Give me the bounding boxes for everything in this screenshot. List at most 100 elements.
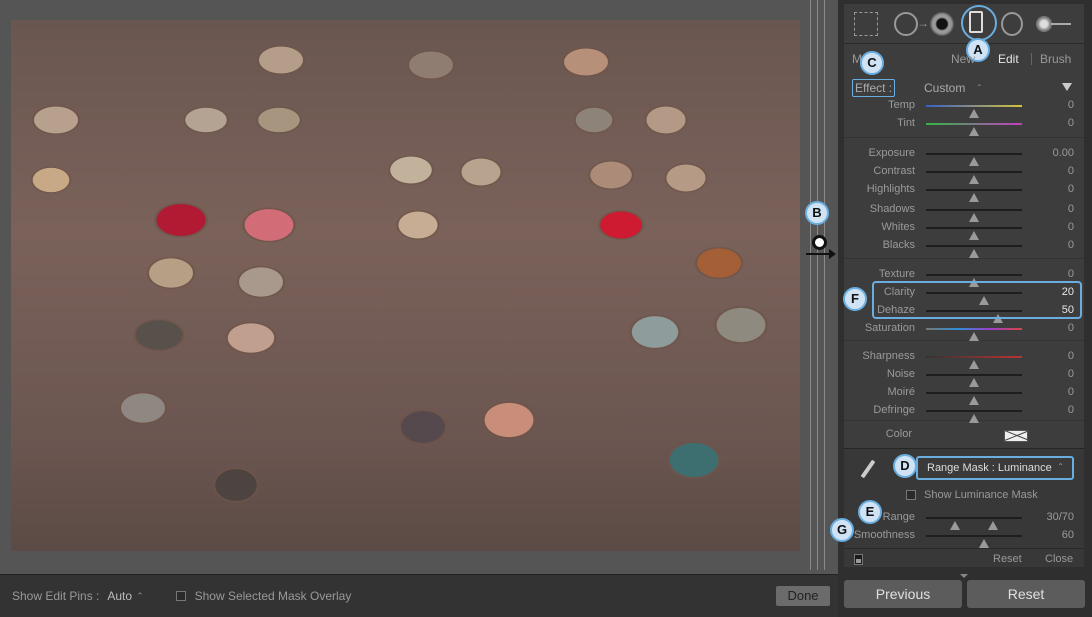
chevron-updown-icon[interactable]: ⌃	[136, 591, 144, 602]
show-mask-overlay-label: Show Selected Mask Overlay	[194, 589, 352, 603]
tint-slider-row: Tint 0	[844, 115, 1084, 136]
local-adjustments-panel: A M New Edit Brush C Effect : Custom ⌃ T…	[843, 4, 1084, 568]
smoothness-slider-row: Smoothness 60	[844, 527, 1084, 548]
edit-pin[interactable]	[812, 235, 827, 250]
shadows-track[interactable]	[926, 209, 1022, 222]
crop-tool-icon[interactable]	[854, 12, 878, 36]
reset-button[interactable]: Reset	[967, 580, 1085, 608]
smoothness-handle[interactable]	[978, 539, 989, 548]
temp-value[interactable]: 0	[1068, 99, 1074, 111]
graduated-filter-icon[interactable]	[969, 11, 983, 33]
callout-d: D	[893, 454, 917, 478]
clarity-dehaze-highlight	[872, 281, 1082, 319]
tab-brush[interactable]: Brush	[1040, 52, 1071, 66]
contrast-track[interactable]	[926, 171, 1022, 184]
collapse-triangle-icon[interactable]	[1062, 83, 1072, 91]
whites-value[interactable]: 0	[1068, 221, 1074, 233]
sharpness-label: Sharpness	[862, 350, 915, 362]
effect-row: Effect : Custom ⌃	[844, 78, 1084, 97]
blacks-track[interactable]	[926, 245, 1022, 258]
range-label: Range	[882, 511, 915, 523]
temp-track[interactable]	[926, 105, 1022, 118]
contrast-slider-row: Contrast 0	[844, 163, 1084, 184]
reset-link[interactable]: Reset	[993, 553, 1022, 565]
red-eye-icon[interactable]	[930, 12, 954, 36]
moire-value[interactable]: 0	[1068, 386, 1074, 398]
defringe-slider-row: Defringe 0	[844, 402, 1084, 423]
section-divider	[844, 137, 1084, 138]
noise-label: Noise	[886, 368, 915, 380]
panel-switch-icon[interactable]	[854, 554, 863, 565]
range-value[interactable]: 30/70	[1046, 511, 1074, 523]
tab-new[interactable]: New	[951, 52, 975, 66]
tab-edit[interactable]: Edit	[998, 52, 1019, 66]
range-mask-select[interactable]: Range Mask : Luminance ⌃	[916, 456, 1074, 480]
develop-panel: A M New Edit Brush C Effect : Custom ⌃ T…	[830, 0, 1092, 617]
defringe-handle[interactable]	[969, 414, 979, 423]
photo-preview[interactable]	[11, 20, 800, 551]
show-edit-pins-label: Show Edit Pins :	[12, 589, 100, 603]
smoothness-track[interactable]	[926, 535, 1022, 548]
chevron-updown-icon: ⌃	[1057, 462, 1064, 471]
moire-label: Moiré	[887, 386, 915, 398]
blacks-value[interactable]: 0	[1068, 239, 1074, 251]
moire-track[interactable]	[926, 392, 1022, 405]
temp-slider-row: Temp 0	[844, 97, 1084, 118]
sharpness-value[interactable]: 0	[1068, 350, 1074, 362]
whites-track[interactable]	[926, 227, 1022, 240]
highlights-slider-row: Highlights 0	[844, 181, 1084, 202]
sharpness-track[interactable]	[926, 356, 1022, 369]
previous-button[interactable]: Previous	[844, 580, 962, 608]
temp-label: Temp	[888, 99, 915, 111]
saturation-handle[interactable]	[969, 332, 979, 341]
color-label: Color	[885, 428, 912, 440]
texture-label: Texture	[878, 268, 915, 280]
texture-track[interactable]	[926, 274, 1022, 287]
show-luminance-checkbox[interactable]	[906, 490, 916, 501]
effect-preset-select[interactable]: Custom	[924, 81, 965, 95]
blacks-handle[interactable]	[969, 249, 979, 258]
radial-filter-icon[interactable]	[1001, 12, 1023, 36]
exposure-value[interactable]: 0.00	[1053, 147, 1074, 159]
sharpness-slider-row: Sharpness 0	[844, 348, 1084, 369]
tint-handle[interactable]	[969, 127, 979, 136]
show-luminance-row: Show Luminance Mask	[906, 489, 1038, 501]
tint-track[interactable]	[926, 123, 1022, 136]
saturation-value[interactable]: 0	[1068, 322, 1074, 334]
panel-footer: Reset Close	[844, 548, 1084, 568]
show-edit-pins-select[interactable]: Auto	[107, 589, 132, 603]
tab-divider	[1031, 53, 1032, 65]
highlights-track[interactable]	[926, 189, 1022, 202]
saturation-slider-row: Saturation 0	[844, 320, 1084, 341]
section-divider	[844, 420, 1084, 421]
show-mask-overlay-checkbox[interactable]	[175, 591, 186, 601]
highlights-value[interactable]: 0	[1068, 183, 1074, 195]
shadows-value[interactable]: 0	[1068, 203, 1074, 215]
pin-pointer-arrow	[806, 249, 836, 259]
color-swatch[interactable]	[1004, 430, 1028, 442]
smoothness-value[interactable]: 60	[1062, 529, 1074, 541]
defringe-track[interactable]	[926, 410, 1022, 423]
texture-value[interactable]: 0	[1068, 268, 1074, 280]
exposure-track[interactable]	[926, 153, 1022, 166]
defringe-value[interactable]: 0	[1068, 404, 1074, 416]
noise-value[interactable]: 0	[1068, 368, 1074, 380]
spot-removal-icon[interactable]	[894, 12, 929, 36]
eyedropper-icon[interactable]	[858, 457, 878, 481]
saturation-track[interactable]	[926, 328, 1022, 341]
contrast-value[interactable]: 0	[1068, 165, 1074, 177]
shadows-label: Shadows	[869, 203, 915, 215]
panel-buttons: Previous Reset	[838, 574, 1092, 617]
range-track[interactable]	[926, 517, 1022, 530]
tint-value[interactable]: 0	[1068, 117, 1074, 129]
panel-notch	[960, 574, 968, 578]
close-link[interactable]: Close	[1045, 553, 1073, 565]
chevron-updown-icon[interactable]: ⌃	[976, 83, 983, 92]
done-button[interactable]: Done	[776, 586, 830, 606]
whites-slider-row: Whites 0	[844, 219, 1084, 240]
adjustment-brush-icon[interactable]	[1036, 12, 1076, 36]
moire-slider-row: Moiré 0	[844, 384, 1084, 405]
callout-e: E	[858, 500, 882, 524]
noise-track[interactable]	[926, 374, 1022, 387]
smoothness-label: Smoothness	[853, 529, 915, 541]
